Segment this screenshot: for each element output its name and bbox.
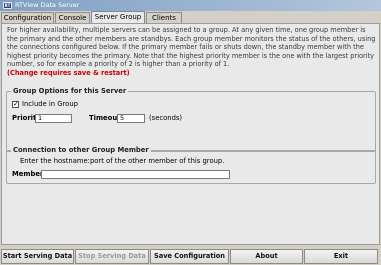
- tab-server-group[interactable]: Server Group: [91, 11, 145, 23]
- connection-panel: Connection to other Group Member Enter t…: [6, 146, 376, 184]
- start-serving-button[interactable]: Start Serving Data: [1, 249, 74, 264]
- timeout-unit: (seconds): [149, 114, 183, 122]
- button-bar: Start Serving Data Stop Serving Data Sav…: [0, 247, 381, 265]
- stop-serving-button[interactable]: Stop Serving Data: [75, 249, 149, 264]
- group-options-panel: Group Options for this Server ✓ Include …: [6, 87, 376, 152]
- member-field[interactable]: [41, 170, 230, 179]
- tab-console[interactable]: Console: [55, 12, 90, 23]
- tab-clients[interactable]: Clients: [146, 12, 182, 23]
- exit-button[interactable]: Exit: [304, 249, 378, 264]
- intro-block: For higher availability, multiple server…: [7, 26, 377, 78]
- window-title-bar[interactable]: RT RTView Data Server: [0, 0, 381, 11]
- intro-text: For higher availability, multiple server…: [7, 26, 376, 69]
- group-options-title: Group Options for this Server: [11, 87, 129, 96]
- include-in-group-checkbox[interactable]: ✓: [12, 101, 19, 108]
- priority-field[interactable]: 1: [35, 114, 72, 123]
- connection-instructions: Enter the hostname:port of the other mem…: [20, 157, 225, 165]
- app-icon: RT: [3, 2, 12, 9]
- window-title: RTView Data Server: [15, 1, 80, 9]
- include-in-group-label: Include in Group: [22, 100, 78, 108]
- server-group-panel: For higher availability, multiple server…: [1, 23, 380, 245]
- restart-warning: (Change requires save & restart): [7, 68, 130, 77]
- timeout-field[interactable]: 5: [117, 114, 145, 123]
- tab-bar: Configuration Console Server Group Clien…: [0, 11, 381, 23]
- about-button[interactable]: About: [230, 249, 303, 264]
- save-configuration-button[interactable]: Save Configuration: [150, 249, 229, 264]
- connection-title: Connection to other Group Member: [11, 146, 151, 155]
- tab-configuration[interactable]: Configuration: [1, 12, 54, 23]
